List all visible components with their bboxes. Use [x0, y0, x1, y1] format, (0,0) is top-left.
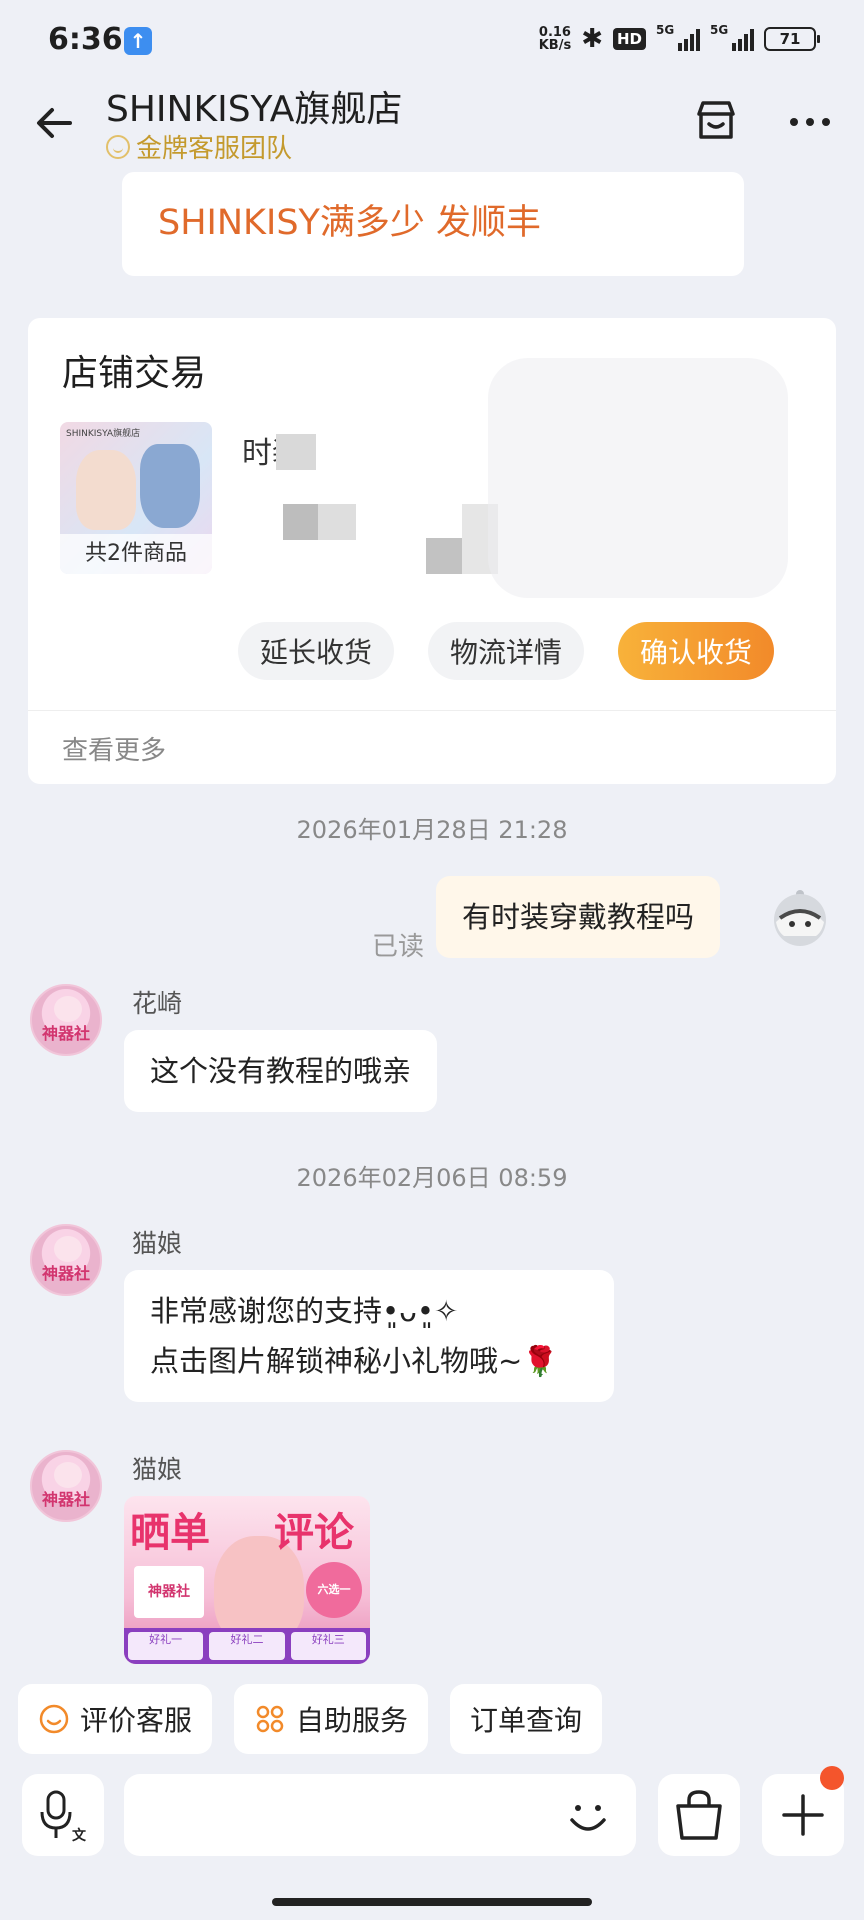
logistics-button[interactable]: 物流详情: [428, 622, 585, 680]
smile-icon: [39, 1704, 69, 1734]
voice-input-button[interactable]: 文: [22, 1774, 104, 1856]
incoming-message[interactable]: 非常感谢您的支持•͈ᴗ•͈✧ 点击图片解锁神秘小礼物哦~🌹: [124, 1270, 614, 1402]
upload-icon: ↑: [124, 27, 152, 55]
timestamp: 2026年01月28日 21:28: [296, 816, 568, 844]
extend-receipt-button[interactable]: 延长收货: [238, 622, 395, 680]
my-avatar[interactable]: [770, 884, 830, 950]
agent-avatar[interactable]: 神器社: [30, 984, 102, 1056]
notification-dot: [820, 1766, 844, 1790]
net-speed: 0.16 KB/s: [538, 25, 572, 53]
grid-icon: [256, 1705, 284, 1733]
promo-image-message[interactable]: 晒单 评论 神器社 六选一 FREE 好礼一 好礼二 好礼三: [124, 1496, 370, 1664]
order-query-button[interactable]: 订单查询: [450, 1684, 603, 1754]
back-arrow-icon[interactable]: [30, 98, 80, 148]
shop-title[interactable]: SHINKISYA旗舰店: [106, 80, 402, 132]
order-card[interactable]: 店铺交易 SHINKISYA旗舰店 共2件商品 时装 延长收货 物流详情 确认收…: [28, 318, 836, 784]
status-bar: 6:36 ↑ 0.16 KB/s ✱ HD 5G 5G 71: [0, 0, 864, 80]
quick-actions-bar: 评价客服 自助服务 订单查询: [0, 1684, 864, 1760]
shopping-bag-icon: [676, 1790, 722, 1840]
blurred-content: [276, 434, 316, 470]
svg-text:文: 文: [72, 1827, 87, 1844]
view-more-link[interactable]: 查看更多: [62, 730, 166, 767]
input-bar: 文: [0, 1766, 864, 1860]
timestamp: 2026年02月06日 08:59: [296, 1164, 568, 1192]
item-count: 共2件商品: [60, 534, 212, 574]
hd-icon: HD: [612, 28, 646, 50]
agent-avatar[interactable]: 神器社: [30, 1224, 102, 1296]
rate-service-button[interactable]: 评价客服: [18, 1684, 213, 1754]
order-actions: 延长收货 物流详情 确认收货: [238, 622, 775, 680]
nav-bar: SHINKISYA旗舰店 金牌客服团队: [0, 80, 864, 170]
service-team-label: 金牌客服团队: [106, 128, 292, 165]
battery-icon: 71: [764, 27, 820, 51]
bluetooth-icon: ✱: [581, 24, 603, 54]
store-icon[interactable]: [692, 96, 740, 144]
self-service-button[interactable]: 自助服务: [234, 1684, 429, 1754]
microphone-icon: 文: [40, 1790, 87, 1844]
sender-name: 花崎: [132, 989, 183, 1018]
read-status: 已读: [372, 932, 425, 962]
outgoing-message[interactable]: 有时装穿戴教程吗: [436, 876, 721, 958]
sender-name: 猫娘: [132, 1229, 183, 1258]
product-button[interactable]: [658, 1774, 740, 1856]
order-card-title: 店铺交易: [62, 353, 207, 394]
divider: [28, 710, 836, 711]
home-indicator[interactable]: [272, 1898, 592, 1906]
product-thumbnail[interactable]: SHINKISYA旗舰店 共2件商品: [60, 422, 212, 574]
signal-icon-1: 5G: [656, 23, 700, 51]
emoji-icon[interactable]: [560, 1788, 616, 1844]
status-time: 6:36: [48, 22, 123, 57]
promo-message: SHINKISY满多少 发顺丰: [122, 172, 744, 276]
confirm-receipt-button[interactable]: 确认收货: [618, 622, 775, 680]
incoming-message[interactable]: 这个没有教程的哦亲: [124, 1030, 438, 1112]
more-icon[interactable]: [786, 102, 834, 142]
signal-icon-2: 5G: [710, 23, 754, 51]
agent-avatar[interactable]: 神器社: [30, 1450, 102, 1522]
status-icons: 0.16 KB/s ✱ HD 5G 5G 71: [538, 23, 820, 54]
smile-icon: [106, 134, 130, 159]
sender-name: 猫娘: [132, 1455, 183, 1484]
